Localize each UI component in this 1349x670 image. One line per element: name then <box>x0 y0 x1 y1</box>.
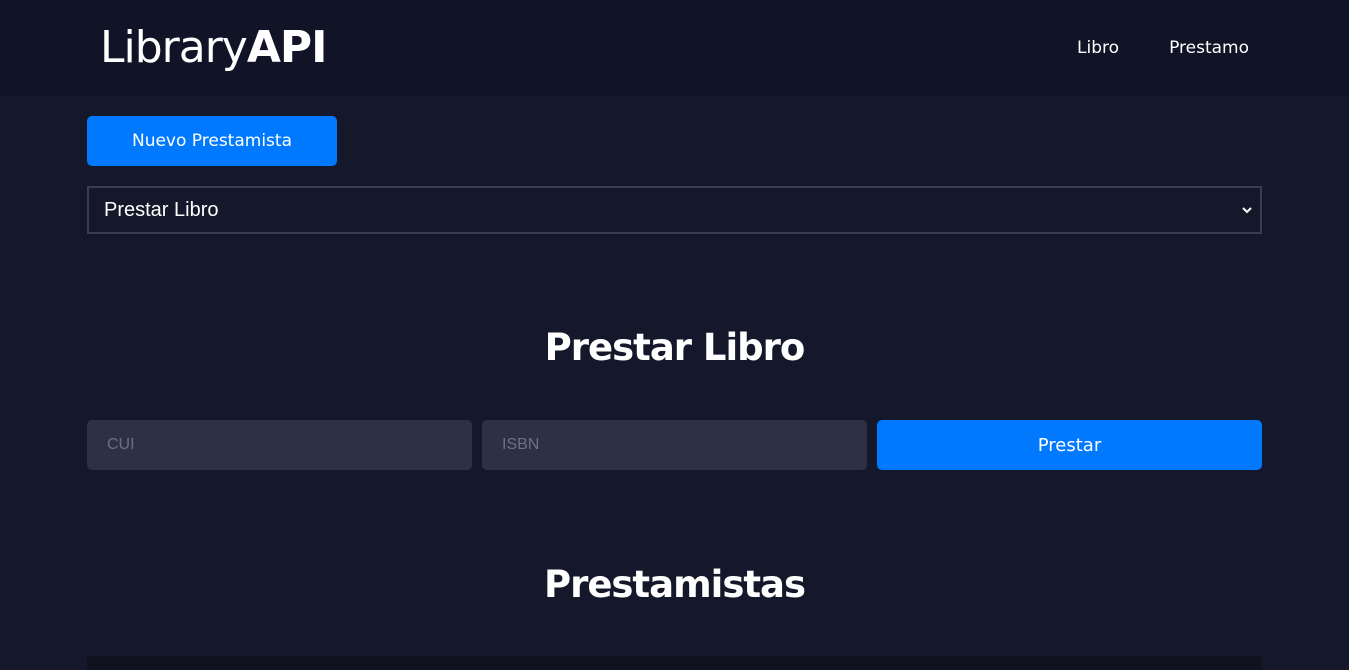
nav-link-libro[interactable]: Libro <box>1077 38 1119 58</box>
lenders-title: Prestamistas <box>543 563 806 606</box>
lenders-table <box>87 656 1262 670</box>
section-select-value: Prestar Libro <box>104 198 219 221</box>
brand-logo[interactable]: LibraryAPI <box>100 22 328 74</box>
brand-name-bold: API <box>246 22 328 73</box>
top-navbar: LibraryAPI Libro Prestamo <box>0 0 1349 96</box>
chevron-down-icon <box>1242 207 1252 214</box>
nav-link-prestamo[interactable]: Prestamo <box>1169 38 1249 58</box>
isbn-input[interactable]: ISBN <box>482 420 867 470</box>
new-lender-button[interactable]: Nuevo Prestamista <box>87 116 337 166</box>
loan-form-title: Prestar Libro <box>544 326 806 369</box>
cui-input[interactable]: CUI <box>87 420 472 470</box>
section-select[interactable]: Prestar Libro <box>87 186 1262 234</box>
brand-name-light: Library <box>100 22 248 73</box>
nav-links: Libro Prestamo <box>1077 38 1249 58</box>
lend-submit-button[interactable]: Prestar <box>877 420 1262 470</box>
